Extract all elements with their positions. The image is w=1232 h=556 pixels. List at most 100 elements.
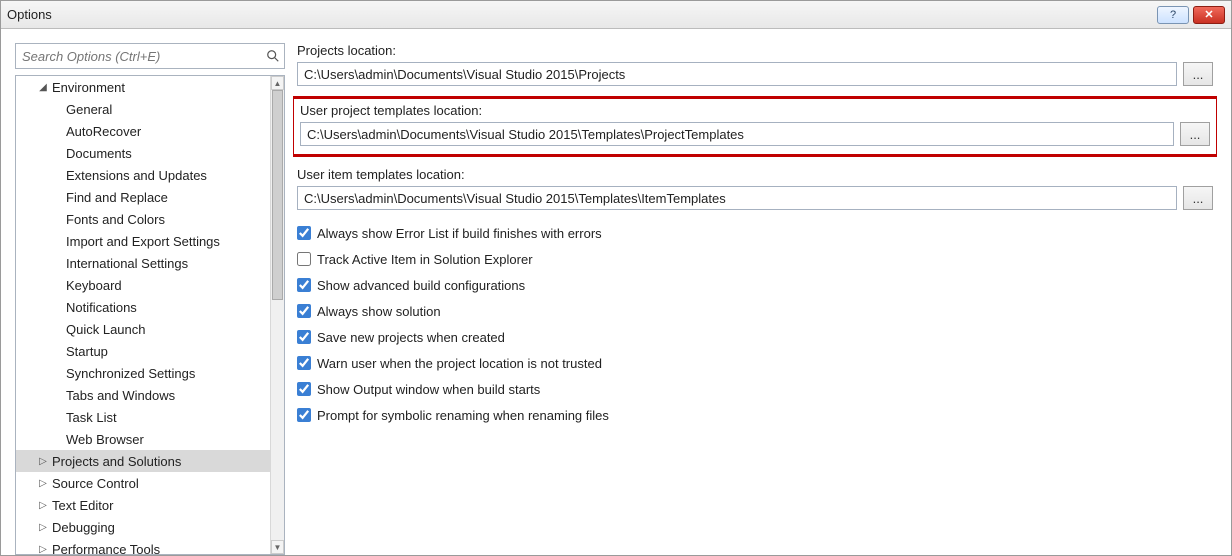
chevron-right-icon: ▷	[36, 456, 50, 467]
tree-label: Quick Launch	[66, 322, 146, 337]
checkbox-label[interactable]: Warn user when the project location is n…	[317, 356, 602, 371]
checkbox[interactable]	[297, 382, 311, 396]
browse-button[interactable]: ...	[1180, 122, 1210, 146]
tree-label: Environment	[52, 80, 125, 95]
tree-label: Keyboard	[66, 278, 122, 293]
titlebar: Options ? ✕	[1, 1, 1231, 29]
checkbox-row: Save new projects when created	[297, 324, 1213, 350]
search-input[interactable]	[16, 49, 262, 64]
tree-label: International Settings	[66, 256, 188, 271]
tree-scrollbar[interactable]: ▲ ▼	[270, 76, 284, 554]
scroll-down-icon[interactable]: ▼	[271, 540, 284, 554]
checkbox-label[interactable]: Show advanced build configurations	[317, 278, 525, 293]
tree-label: Task List	[66, 410, 117, 425]
scroll-thumb[interactable]	[272, 90, 283, 300]
tree-label: Text Editor	[52, 498, 113, 513]
tree-item[interactable]: Import and Export Settings	[16, 230, 270, 252]
projects-location-label: Projects location:	[297, 43, 1213, 58]
user-project-templates-input[interactable]	[300, 122, 1174, 146]
user-item-templates-input[interactable]	[297, 186, 1177, 210]
tree-label: Performance Tools	[52, 542, 160, 555]
search-options[interactable]	[15, 43, 285, 69]
checkbox-row: Always show Error List if build finishes…	[297, 220, 1213, 246]
checkbox[interactable]	[297, 252, 311, 266]
checkbox-list: Always show Error List if build finishes…	[297, 220, 1213, 428]
search-icon	[262, 49, 284, 63]
chevron-right-icon: ▷	[36, 544, 50, 555]
options-dialog: Options ? ✕ ◢ Environment GeneralAutoRec	[0, 0, 1232, 556]
tree-label: Extensions and Updates	[66, 168, 207, 183]
checkbox-row: Show Output window when build starts	[297, 376, 1213, 402]
tree-item[interactable]: Fonts and Colors	[16, 208, 270, 230]
checkbox-row: Track Active Item in Solution Explorer	[297, 246, 1213, 272]
tree-item[interactable]: Quick Launch	[16, 318, 270, 340]
tree-item[interactable]: ▷Source Control	[16, 472, 270, 494]
checkbox[interactable]	[297, 278, 311, 292]
tree-label: Projects and Solutions	[52, 454, 181, 469]
help-button[interactable]: ?	[1157, 6, 1189, 24]
tree-item[interactable]: AutoRecover	[16, 120, 270, 142]
user-project-templates-label: User project templates location:	[300, 103, 1210, 118]
scroll-track[interactable]	[271, 90, 284, 540]
tree-item[interactable]: Documents	[16, 142, 270, 164]
checkbox-row: Always show solution	[297, 298, 1213, 324]
checkbox-label[interactable]: Show Output window when build starts	[317, 382, 540, 397]
checkbox[interactable]	[297, 408, 311, 422]
tree-label: Documents	[66, 146, 132, 161]
checkbox[interactable]	[297, 226, 311, 240]
tree-item[interactable]: ▷Performance Tools	[16, 538, 270, 554]
tree-label: Synchronized Settings	[66, 366, 195, 381]
checkbox-label[interactable]: Always show Error List if build finishes…	[317, 226, 602, 241]
checkbox-row: Show advanced build configurations	[297, 272, 1213, 298]
tree-label: Debugging	[52, 520, 115, 535]
tree-item[interactable]: Tabs and Windows	[16, 384, 270, 406]
checkbox-label[interactable]: Save new projects when created	[317, 330, 505, 345]
chevron-right-icon: ▷	[36, 500, 50, 511]
tree-label: Import and Export Settings	[66, 234, 220, 249]
tree-label: AutoRecover	[66, 124, 141, 139]
tree-item[interactable]: ▷Projects and Solutions	[16, 450, 270, 472]
tree-label: Source Control	[52, 476, 139, 491]
checkbox-label[interactable]: Prompt for symbolic renaming when renami…	[317, 408, 609, 423]
user-project-templates-group: User project templates location: ...	[293, 96, 1217, 157]
browse-button[interactable]: ...	[1183, 186, 1213, 210]
tree-item[interactable]: Extensions and Updates	[16, 164, 270, 186]
checkbox-row: Prompt for symbolic renaming when renami…	[297, 402, 1213, 428]
tree-label: Startup	[66, 344, 108, 359]
tree-item[interactable]: Synchronized Settings	[16, 362, 270, 384]
tree-label: Notifications	[66, 300, 137, 315]
tree-item[interactable]: Web Browser	[16, 428, 270, 450]
tree-label: Tabs and Windows	[66, 388, 175, 403]
tree-item[interactable]: Startup	[16, 340, 270, 362]
window-controls: ? ✕	[1157, 6, 1225, 24]
projects-location-group: Projects location: ...	[297, 43, 1213, 86]
tree-item-environment[interactable]: ◢ Environment	[16, 76, 270, 98]
left-panel: ◢ Environment General AutoRecover Document…	[15, 43, 285, 555]
browse-button[interactable]: ...	[1183, 62, 1213, 86]
tree-item[interactable]: International Settings	[16, 252, 270, 274]
tree-item[interactable]: ▷Text Editor	[16, 494, 270, 516]
checkbox-label[interactable]: Always show solution	[317, 304, 441, 319]
checkbox[interactable]	[297, 330, 311, 344]
tree-label: Fonts and Colors	[66, 212, 165, 227]
tree-item[interactable]: Task List	[16, 406, 270, 428]
category-tree: ◢ Environment General AutoRecover Document…	[15, 75, 285, 555]
window-title: Options	[7, 7, 1157, 22]
checkbox[interactable]	[297, 356, 311, 370]
tree-item[interactable]: Keyboard	[16, 274, 270, 296]
tree-item[interactable]: Notifications	[16, 296, 270, 318]
projects-location-input[interactable]	[297, 62, 1177, 86]
content-area: ◢ Environment General AutoRecover Document…	[1, 29, 1231, 555]
tree-item[interactable]: Find and Replace	[16, 186, 270, 208]
checkbox[interactable]	[297, 304, 311, 318]
checkbox-label[interactable]: Track Active Item in Solution Explorer	[317, 252, 533, 267]
scroll-up-icon[interactable]: ▲	[271, 76, 284, 90]
tree-item[interactable]: General	[16, 98, 270, 120]
tree-label: Web Browser	[66, 432, 144, 447]
user-item-templates-group: User item templates location: ...	[297, 167, 1213, 210]
tree-label: Find and Replace	[66, 190, 168, 205]
checkbox-row: Warn user when the project location is n…	[297, 350, 1213, 376]
tree-item[interactable]: ▷Debugging	[16, 516, 270, 538]
user-item-templates-label: User item templates location:	[297, 167, 1213, 182]
close-button[interactable]: ✕	[1193, 6, 1225, 24]
